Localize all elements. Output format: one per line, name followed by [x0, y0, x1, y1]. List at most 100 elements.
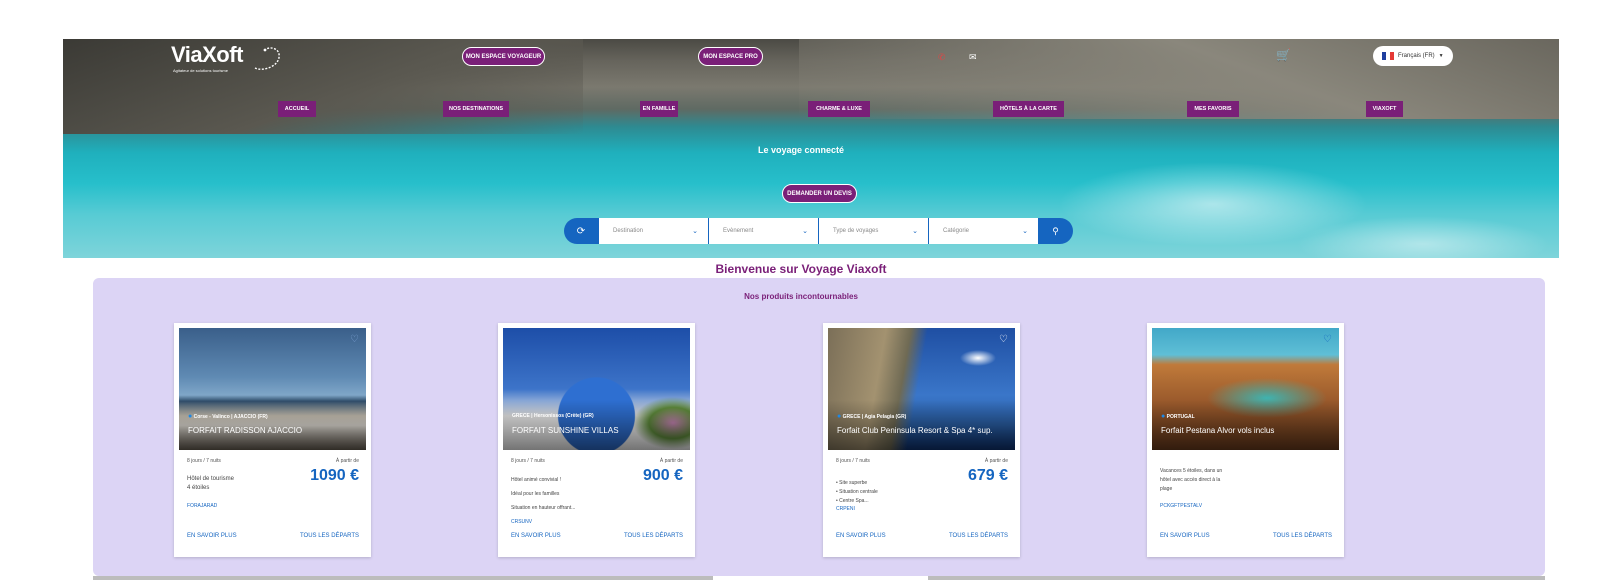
product-card[interactable]: GRECE | Hersonissos (Crète) (GR) FORFAIT… — [498, 323, 695, 557]
logo-text: ViaXoft — [171, 42, 243, 67]
tous-les-departs-link[interactable]: TOUS LES DÉPARTS — [949, 533, 1008, 539]
product-description: Hôtel de tourisme 4 étoiles — [187, 475, 287, 493]
chevron-down-icon: ⌄ — [1022, 228, 1028, 235]
price-from-label: À partir de — [659, 458, 683, 464]
price-from-label: À partir de — [984, 458, 1008, 464]
product-location: ● PORTUGAL — [1161, 413, 1195, 420]
heart-icon[interactable]: ♡ — [1323, 334, 1332, 345]
product-code[interactable]: PCKGFTPESTALV — [1160, 503, 1202, 509]
description-line: plage — [1160, 486, 1173, 492]
product-card[interactable]: ♡ ● GRECE | Agia Pelagia (GR) Forfait Cl… — [823, 323, 1020, 557]
description-line: • Situation centrale — [836, 489, 878, 495]
mon-espace-voyageur-button[interactable]: MON ESPACE VOYAGEUR — [462, 47, 545, 66]
destination-select[interactable]: Destination ⌄ — [598, 218, 708, 244]
product-image[interactable]: ♡ ● GRECE | Agia Pelagia (GR) Forfait Cl… — [828, 328, 1015, 450]
description-line: 4 étoiles — [187, 485, 210, 491]
chevron-down-icon: ▼ — [1438, 53, 1444, 59]
description-line: • Centre Spa... — [836, 498, 869, 504]
evenement-select[interactable]: Evènement ⌄ — [708, 218, 818, 244]
image-shade — [179, 400, 366, 450]
image-shade — [828, 400, 1015, 450]
en-savoir-plus-link[interactable]: EN SAVOIR PLUS — [1160, 533, 1210, 539]
destination-placeholder: Destination — [613, 228, 644, 234]
hero-title: Le voyage connecté — [757, 145, 845, 155]
image-shade — [1152, 400, 1339, 450]
search-button[interactable]: ⚲ — [1038, 218, 1073, 244]
description-line: Hôtel de tourisme — [187, 476, 235, 482]
product-duration: 8 jours / 7 nuits — [511, 458, 545, 464]
product-name[interactable]: Forfait Pestana Alvor vols inclus — [1161, 426, 1274, 435]
type-de-voyages-select[interactable]: Type de voyages ⌄ — [818, 218, 928, 244]
product-name[interactable]: FORFAIT RADISSON AJACCIO — [188, 426, 302, 435]
en-savoir-plus-link[interactable]: EN SAVOIR PLUS — [836, 533, 886, 539]
categorie-placeholder: Catégorie — [943, 228, 970, 234]
product-location: ● Corse - Valinco | AJACCIO (FR) — [188, 413, 268, 420]
en-savoir-plus-link[interactable]: EN SAVOIR PLUS — [187, 533, 237, 539]
tous-les-departs-link[interactable]: TOUS LES DÉPARTS — [300, 533, 359, 539]
nav-item-en-famille[interactable]: EN FAMILLE — [640, 101, 678, 117]
product-duration: 8 jours / 7 nuits — [187, 458, 221, 464]
mail-icon[interactable]: ✉ — [969, 52, 977, 62]
description-line: hôtel avec accès direct à la — [1160, 477, 1221, 483]
product-price: 1090 € — [310, 467, 359, 484]
nav-item-hotels-a-la-carte[interactable]: HÔTELS À LA CARTE — [993, 101, 1064, 117]
product-name[interactable]: Forfait Club Peninsula Resort & Spa 4* s… — [837, 426, 993, 435]
reset-button[interactable]: ⟳ — [564, 218, 598, 244]
chevron-down-icon: ⌄ — [802, 228, 808, 235]
cart-icon[interactable]: 🛒 — [1276, 49, 1291, 61]
phone-icon[interactable]: ✆ — [938, 52, 946, 62]
pin-icon: ● — [1161, 413, 1166, 420]
language-label: Français (FR) — [1398, 53, 1435, 59]
nav-item-nos-destinations[interactable]: NOS DESTINATIONS — [443, 101, 509, 117]
product-code[interactable]: CRPENI — [836, 506, 855, 512]
logo-tagline: Agitateur de solutions tourisme — [173, 68, 228, 73]
language-selector[interactable]: Français (FR) ▼ — [1373, 46, 1453, 66]
product-image[interactable]: ♡ ● Corse - Valinco | AJACCIO (FR) FORFA… — [179, 328, 366, 450]
nav-item-mes-favoris[interactable]: MES FAVORIS — [1187, 101, 1239, 117]
products-section-title: Nos produits incontournables — [744, 292, 858, 301]
pin-icon: ● — [837, 413, 842, 420]
description-line: Situation en hauteur offrant... — [511, 505, 576, 511]
tous-les-departs-link[interactable]: TOUS LES DÉPARTS — [624, 533, 683, 539]
heart-icon[interactable]: ♡ — [350, 334, 359, 345]
product-image[interactable]: ♡ ● PORTUGAL Forfait Pestana Alvor vols … — [1152, 328, 1339, 450]
product-description: • Site superbe • Situation centrale • Ce… — [836, 479, 936, 506]
type-de-voyages-placeholder: Type de voyages — [833, 228, 879, 234]
reset-icon: ⟳ — [576, 225, 586, 237]
product-location: GRECE | Hersonissos (Crète) (GR) — [512, 413, 594, 419]
product-location-text: PORTUGAL — [1166, 414, 1195, 420]
product-price: 900 € — [642, 467, 683, 484]
product-code[interactable]: CRSUNV — [511, 519, 532, 525]
search-bar: ⟳ Destination ⌄ Evènement ⌄ Type de voya… — [564, 218, 1077, 244]
welcome-heading: Bienvenue sur Voyage Viaxoft — [715, 262, 887, 276]
pin-icon: ● — [188, 413, 193, 420]
heart-icon[interactable]: ♡ — [999, 334, 1008, 345]
nav-item-accueil[interactable]: ACCUEIL — [278, 101, 316, 117]
mon-espace-pro-button[interactable]: MON ESPACE PRO — [698, 47, 763, 66]
product-location-text: GRECE | Hersonissos (Crète) (GR) — [512, 413, 594, 419]
product-card[interactable]: ♡ ● PORTUGAL Forfait Pestana Alvor vols … — [1147, 323, 1344, 557]
product-location-text: Corse - Valinco | AJACCIO (FR) — [193, 414, 268, 420]
next-section-edge — [928, 576, 1545, 580]
evenement-placeholder: Evènement — [723, 228, 754, 234]
description-line: Idéal pour les familles — [511, 491, 560, 497]
demander-un-devis-button[interactable]: DEMANDER UN DEVIS — [782, 184, 857, 203]
next-section-edge — [93, 576, 713, 580]
tous-les-departs-link[interactable]: TOUS LES DÉPARTS — [1273, 533, 1332, 539]
product-card[interactable]: ♡ ● Corse - Valinco | AJACCIO (FR) FORFA… — [174, 323, 371, 557]
product-code[interactable]: FORAJARAD — [187, 503, 217, 509]
nav-item-charme-luxe[interactable]: CHARME & LUXE — [808, 101, 870, 117]
product-description: Hôtel animé convivial ! Idéal pour les f… — [511, 473, 611, 515]
product-location-text: GRECE | Agia Pelagia (GR) — [842, 414, 907, 420]
description-line: Vacances 5 étoiles, dans un — [1160, 468, 1223, 474]
product-image[interactable]: GRECE | Hersonissos (Crète) (GR) FORFAIT… — [503, 328, 690, 450]
search-icon: ⚲ — [1052, 225, 1059, 236]
product-name[interactable]: FORFAIT SUNSHINE VILLAS — [512, 426, 619, 435]
categorie-select[interactable]: Catégorie ⌄ — [928, 218, 1038, 244]
en-savoir-plus-link[interactable]: EN SAVOIR PLUS — [511, 533, 561, 539]
image-shade — [503, 400, 690, 450]
nav-item-viaxoft[interactable]: VIAXOFT — [1366, 101, 1403, 117]
price-from-label: À partir de — [335, 458, 359, 464]
product-duration: 8 jours / 7 nuits — [836, 458, 870, 464]
logo[interactable]: ViaXoft Agitateur de solutions tourisme — [171, 42, 281, 76]
